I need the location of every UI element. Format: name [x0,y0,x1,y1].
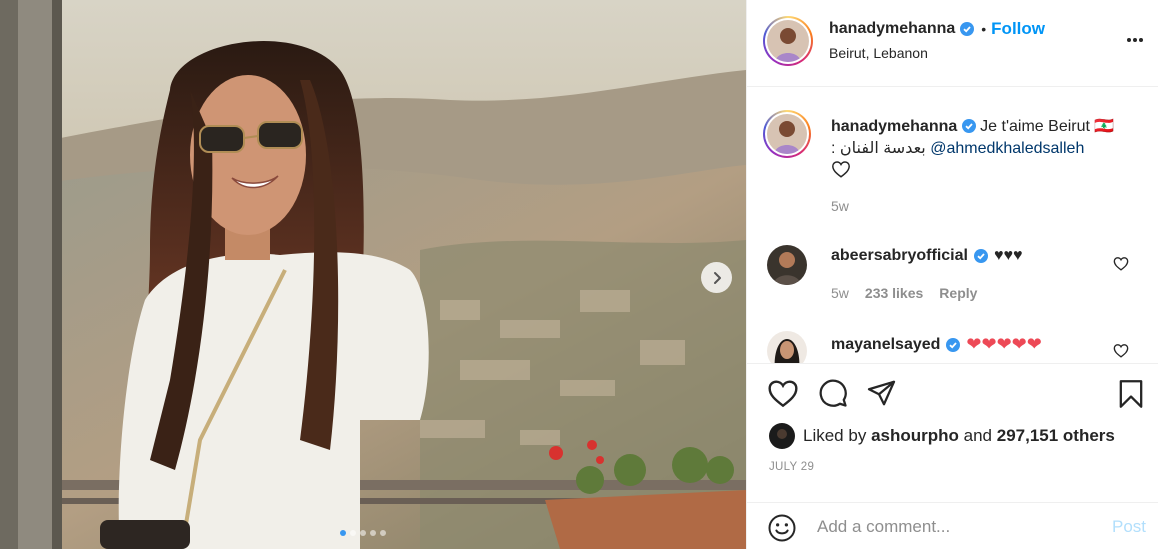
save-bookmark-icon[interactable] [1117,378,1145,410]
comment-likes[interactable]: 233 likes [865,285,923,301]
post-header: hanadymehanna • Follow Beirut, Lebanon [747,0,1158,87]
verified-badge-icon [946,337,961,352]
comment-like-icon[interactable] [1113,256,1129,271]
comment-icon[interactable] [818,378,848,408]
caption-timestamp[interactable]: 5w [831,198,849,214]
comment-input[interactable] [817,515,1077,539]
carousel-dot [380,530,386,536]
liker-avatar[interactable] [769,423,795,449]
comment-row: mayanelsayed ❤❤❤❤❤ [831,334,1042,355]
comment-username[interactable]: abeersabryofficial [831,247,968,265]
carousel-dot [350,530,356,536]
comment-text: ❤❤❤❤❤ [966,334,1042,354]
verified-badge-icon [961,119,976,133]
comment-timestamp[interactable]: 5w [831,285,849,301]
share-icon[interactable] [866,378,897,408]
liker-username[interactable]: ashourpho [871,426,959,445]
post-actions: Liked by ashourpho and 297,151 others JU… [747,363,1158,543]
follow-button[interactable]: Follow [991,19,1045,39]
post-photo [0,0,746,549]
caption-text: Je t'aime Beirut 🇱🇧 [980,118,1115,135]
post-side-panel: hanadymehanna • Follow Beirut, Lebanon h… [746,0,1158,549]
chevron-right-icon [713,271,721,284]
reply-button[interactable]: Reply [939,285,977,301]
author-avatar[interactable] [763,16,813,66]
comments-list[interactable]: hanadymehanna Je t'aime Beirut 🇱🇧 بعدسة … [747,88,1158,363]
emoji-icon[interactable] [767,513,797,543]
comment-row: abeersabryofficial ♥♥♥ [831,247,1022,265]
carousel-dot [360,530,366,536]
author-username[interactable]: hanadymehanna [829,20,955,38]
caption-arabic-text: بعدسة الفنان : [831,140,926,157]
post-caption: hanadymehanna Je t'aime Beirut 🇱🇧 بعدسة … [831,116,1141,160]
like-icon[interactable] [767,378,799,408]
verified-badge-icon [960,22,975,36]
commenter-avatar[interactable] [767,331,807,363]
commenter-avatar[interactable] [767,245,807,285]
comment-meta: 5w 233 likes Reply [831,285,977,301]
carousel-dot [340,530,346,536]
post-date[interactable]: JULY 29 [769,461,814,473]
caption-author-avatar[interactable] [763,110,811,158]
likes-summary: Liked by ashourpho and 297,151 others [769,423,1115,449]
comment-username[interactable]: mayanelsayed [831,336,940,354]
likes-prefix: Liked by [803,426,867,445]
follow-separator: • [981,21,987,37]
more-options-icon[interactable] [1125,30,1145,50]
verified-badge-icon [973,249,988,263]
carousel-next-button[interactable] [701,262,732,293]
comment-text: ♥♥♥ [993,247,1023,264]
carousel-dot [370,530,376,536]
post-image[interactable] [0,0,746,549]
post-comment-button[interactable]: Post [1112,517,1146,537]
caption-username[interactable]: hanadymehanna [831,118,957,135]
add-comment-bar: Post [747,502,1158,549]
post-location[interactable]: Beirut, Lebanon [829,45,928,61]
heart-outline-icon [832,161,850,178]
caption-mention-link[interactable]: @ahmedkhaledsalleh [930,140,1084,157]
carousel-indicator [340,530,386,536]
likes-count[interactable]: 297,151 others [997,426,1115,445]
likes-connector: and [963,426,993,445]
comment-like-icon[interactable] [1113,343,1129,358]
